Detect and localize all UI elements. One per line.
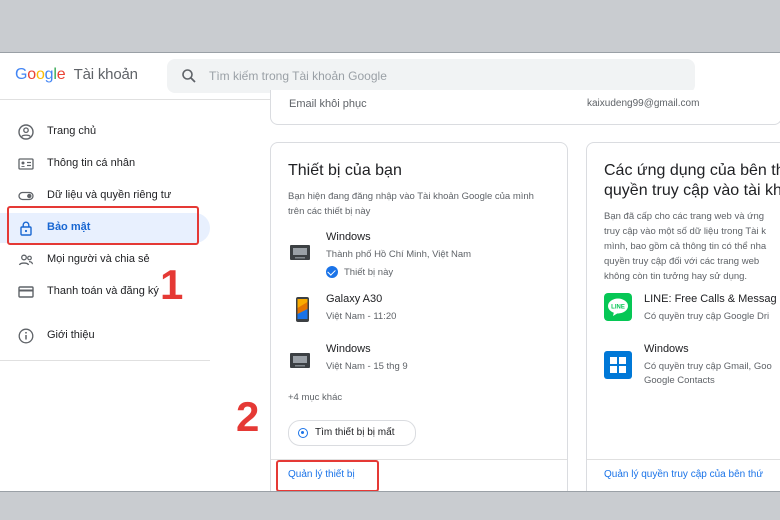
description-line: mình, bao gồm cả thông tin có thể nha — [604, 241, 767, 252]
device-location: Việt Nam - 11:20 — [326, 311, 397, 322]
apps-card-divider — [587, 459, 780, 460]
sidebar-item-home[interactable]: Trang chủ — [0, 117, 210, 147]
app-access-description: Có quyền truy cập Google Dri — [644, 310, 769, 324]
laptop-icon — [290, 353, 310, 368]
recovery-email-value: kaixudeng99@gmail.com — [587, 98, 700, 109]
device-item[interactable]: Galaxy A30 Việt Nam - 11:20 — [288, 293, 548, 329]
toggle-icon — [18, 191, 34, 201]
phone-icon — [296, 297, 309, 322]
laptop-icon — [290, 245, 310, 260]
sidebar-item-label: Trang chủ — [47, 125, 97, 137]
sidebar-item-label: Dữ liệu và quyền riêng tư — [47, 189, 172, 201]
step-number-2: 2 — [236, 393, 260, 440]
app-desc-line: Có quyền truy cập Google Dri — [644, 311, 770, 322]
app-name: LINE: Free Calls & Messag — [644, 293, 777, 305]
logo-letter: o — [27, 66, 36, 83]
this-device-label: Thiết bị này — [344, 267, 394, 278]
sidebar-item-label: Thanh toán và đăng ký — [47, 285, 159, 297]
more-devices-link[interactable]: +4 mục khác — [288, 392, 342, 403]
step-number-1: 1 — [160, 261, 184, 308]
devices-card-title: Thiết bị của bạn — [288, 162, 402, 179]
logo-letter: e — [56, 66, 66, 83]
security-highlight-box — [7, 206, 199, 245]
account-circle-icon — [18, 124, 34, 140]
search-placeholder: Tìm kiếm trong Tài khoản Google — [209, 69, 387, 83]
sidebar-item-label: Thông tin cá nhân — [47, 157, 136, 169]
check-circle-icon — [326, 266, 338, 278]
devices-card: Thiết bị của bạn Bạn hiện đang đăng nhập… — [270, 142, 568, 491]
third-party-app-item[interactable]: Windows Có quyền truy cập Gmail, Goo Goo… — [604, 343, 780, 389]
location-target-icon — [298, 428, 308, 438]
device-item[interactable]: Windows Việt Nam - 15 thg 9 — [288, 343, 548, 379]
svg-text:LINE: LINE — [611, 305, 625, 311]
manage-devices-highlight-box — [276, 460, 379, 491]
device-item[interactable]: Windows Thành phố Hồ Chí Minh, Việt Nam … — [288, 231, 548, 281]
logo-letter: o — [35, 66, 45, 83]
browser-frame: Google Tài khoản Tìm kiếm trong Tài khoả… — [0, 52, 780, 492]
device-location: Việt Nam - 15 thg 9 — [326, 361, 408, 372]
sidebar-divider — [0, 360, 210, 361]
product-name: Tài khoản — [73, 66, 138, 83]
id-card-icon — [18, 158, 34, 170]
search-box[interactable]: Tìm kiếm trong Tài khoản Google — [167, 59, 695, 93]
search-icon — [182, 69, 196, 83]
device-name: Windows — [326, 231, 371, 243]
app-access-description: Có quyền truy cập Gmail, Goo Google Cont… — [644, 360, 772, 388]
windows-logo-icon — [604, 351, 632, 379]
line-app-icon: LINE — [604, 293, 632, 321]
app-name: Windows — [644, 343, 689, 355]
google-account-logo[interactable]: Google Tài khoản — [15, 66, 138, 84]
logo-letter: G — [15, 66, 28, 83]
apps-card-description: Bạn đã cấp cho các trang web và ứng truy… — [604, 209, 766, 284]
description-line: không còn tin tưởng hay sử dụng. — [604, 271, 748, 282]
this-device-indicator: Thiết bị này — [326, 266, 393, 278]
description-line: Bạn đã cấp cho các trang web và ứng — [604, 211, 765, 222]
devices-card-description: Bạn hiện đang đăng nhập vào Tài khoản Go… — [288, 191, 534, 217]
sidebar-item-label: Mọi người và chia sẻ — [47, 253, 150, 265]
sidebar-item-personal-info[interactable]: Thông tin cá nhân — [0, 149, 210, 179]
description-line: quyền truy cập đối với các trang web — [604, 256, 760, 267]
recovery-email-label: Email khôi phục — [289, 98, 367, 110]
sidebar-item-about[interactable]: Giới thiệu — [0, 321, 210, 351]
credit-card-icon — [18, 286, 34, 298]
apps-card-title-line2: quyền truy cập vào tài kh — [604, 182, 780, 199]
device-name: Galaxy A30 — [326, 293, 383, 305]
recovery-email-row[interactable]: Email khôi phục kaixudeng99@gmail.com — [270, 90, 780, 125]
third-party-apps-card: Các ứng dụng của bên th quyền truy cập v… — [586, 142, 780, 491]
sidebar-item-label: Giới thiệu — [47, 329, 95, 341]
main-content: Email khôi phục kaixudeng99@gmail.com Th… — [270, 90, 780, 491]
info-icon — [18, 328, 34, 344]
device-location: Thành phố Hồ Chí Minh, Việt Nam — [326, 249, 472, 260]
third-party-app-item[interactable]: LINE LINE: Free Calls & Messag Có quyền … — [604, 293, 780, 327]
find-lost-device-button[interactable]: Tìm thiết bị bị mất — [288, 420, 416, 446]
description-line: truy cập vào một số dữ liệu trong Tài k — [604, 226, 766, 237]
sidebar: Trang chủ Thông tin cá nhân Dữ liệu và q… — [0, 100, 260, 491]
apps-card-title-line1: Các ứng dụng của bên th — [604, 162, 780, 179]
app-desc-line: Google Contacts — [644, 375, 715, 386]
manage-third-party-access-link[interactable]: Quản lý quyền truy cập của bên thứ — [604, 469, 763, 480]
device-name: Windows — [326, 343, 371, 355]
app-desc-line: Có quyền truy cập Gmail, Goo — [644, 361, 772, 372]
find-lost-device-label: Tìm thiết bị bị mất — [315, 427, 395, 438]
people-icon — [18, 254, 34, 266]
